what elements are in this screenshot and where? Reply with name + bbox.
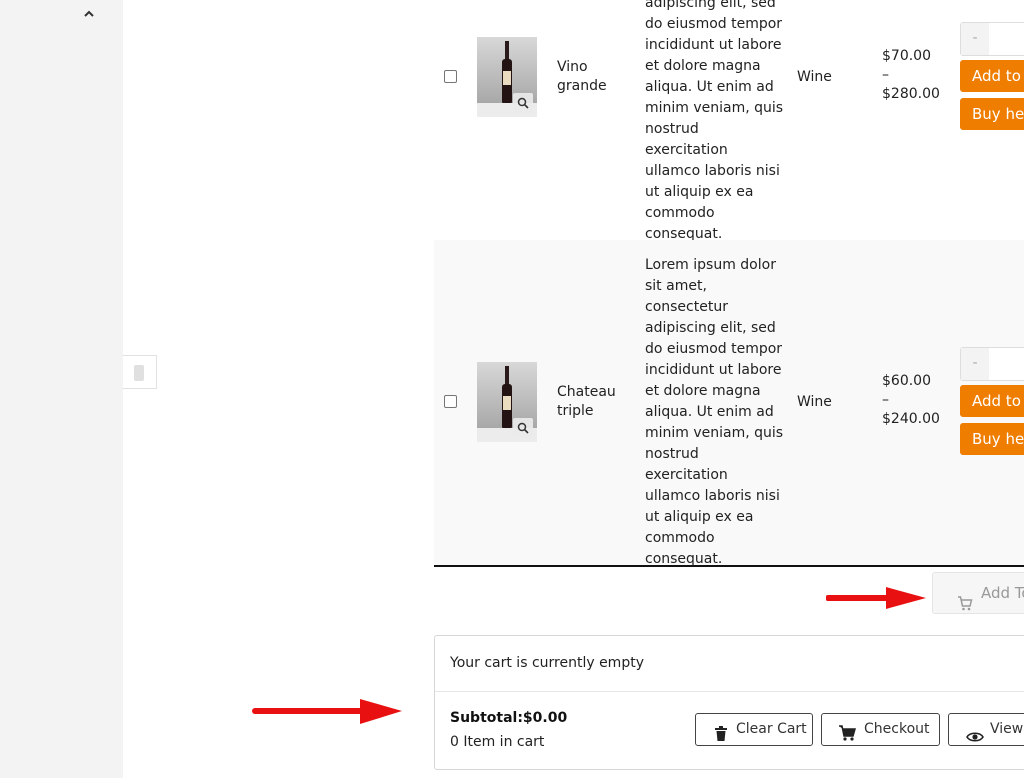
mini-cart-header: Your cart is currently empty	[435, 636, 1024, 692]
mini-cart: Your cart is currently empty Subtotal:$0…	[434, 635, 1024, 770]
cart-icon	[957, 586, 973, 626]
left-sidebar	[0, 0, 123, 778]
clear-cart-label: Clear Cart	[736, 721, 807, 737]
chevron-up-icon[interactable]	[82, 6, 96, 25]
add-to-cart-button[interactable]: Add to c	[960, 60, 1024, 92]
quantity-minus-button[interactable]: -	[961, 348, 989, 380]
price-separator: –	[882, 392, 889, 408]
table-row: Vino grande adipiscing elit, sed do eius…	[434, 0, 1024, 242]
annotation-arrow	[252, 699, 402, 724]
quantity-stepper[interactable]: -	[960, 22, 1024, 56]
price-low: $60.00	[882, 373, 931, 389]
product-thumbnail[interactable]	[477, 362, 537, 442]
table-row: Chateau triple Lorem ipsum dolor sit ame…	[434, 240, 1024, 567]
product-category: Wine	[797, 394, 832, 410]
handle-icon	[134, 365, 144, 381]
view-cart-button[interactable]: View	[948, 713, 1024, 746]
price-high: $280.00	[882, 86, 940, 102]
price-low: $70.00	[882, 48, 931, 64]
cart-subtotal: Subtotal:$0.00	[450, 710, 568, 726]
price-separator: –	[882, 67, 889, 83]
sidebar-toggle-tab[interactable]	[123, 355, 157, 389]
clear-cart-button[interactable]: Clear Cart	[695, 713, 813, 746]
zoom-icon[interactable]	[513, 418, 533, 438]
checkout-button[interactable]: Checkout	[821, 713, 940, 746]
trash-icon	[714, 722, 728, 753]
product-description: adipiscing elit, sed do eiusmod tempor i…	[645, 0, 784, 242]
quantity-minus-button[interactable]: -	[961, 23, 989, 55]
wine-bottle-image	[502, 41, 512, 103]
cart-item-count: 0 Item in cart	[450, 734, 545, 750]
eye-icon	[966, 724, 984, 755]
wine-bottle-image	[502, 366, 512, 428]
buy-here-button[interactable]: Buy here	[960, 98, 1024, 130]
add-to-cart-button[interactable]: Add to c	[960, 385, 1024, 417]
annotation-arrow	[826, 587, 926, 609]
zoom-icon[interactable]	[513, 93, 533, 113]
price-high: $240.00	[882, 411, 940, 427]
add-selected-to-cart-button[interactable]: Add To	[932, 572, 1024, 614]
checkout-label: Checkout	[864, 721, 930, 737]
row-checkbox[interactable]	[444, 70, 457, 83]
cart-icon	[838, 722, 856, 753]
row-checkbox[interactable]	[444, 395, 457, 408]
product-price: $60.00 – $240.00	[882, 372, 940, 429]
product-price: $70.00 – $280.00	[882, 47, 940, 104]
product-name[interactable]: Chateau triple	[557, 383, 627, 421]
view-cart-label: View	[990, 721, 1024, 737]
cart-empty-message: Your cart is currently empty	[450, 655, 644, 671]
product-thumbnail[interactable]	[477, 37, 537, 117]
quantity-stepper[interactable]: -	[960, 347, 1024, 381]
product-name[interactable]: Vino grande	[557, 58, 627, 96]
buy-here-button[interactable]: Buy here	[960, 423, 1024, 455]
product-category: Wine	[797, 69, 832, 85]
add-selected-label: Add To	[981, 584, 1024, 602]
product-description: Lorem ipsum dolor sit amet, consectetur …	[645, 257, 784, 567]
